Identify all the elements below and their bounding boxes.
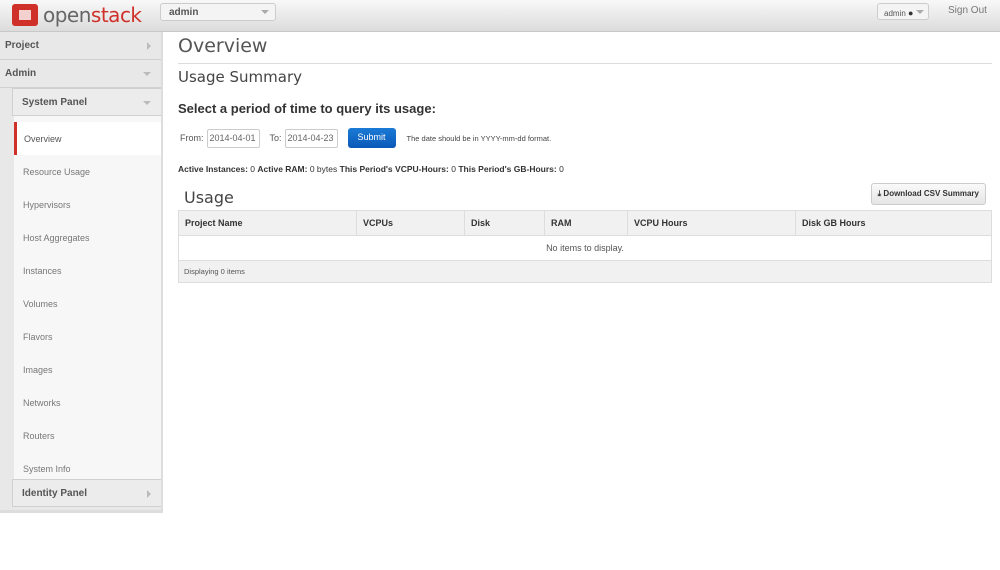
sign-out-link[interactable]: Sign Out [948, 5, 987, 16]
usage-table: Project Name VCPUs Disk RAM VCPU Hours D… [178, 210, 992, 283]
active-ram-value: 0 bytes [309, 164, 338, 174]
to-label: To: [269, 133, 282, 143]
empty-message: No items to display. [178, 235, 992, 261]
system-panel-nav: Overview Resource Usage Hypervisors Host… [14, 116, 161, 479]
sidebar-item-resource-usage[interactable]: Resource Usage [14, 155, 161, 188]
from-label: From: [180, 133, 204, 143]
gb-hours-value: 0 [559, 164, 564, 174]
section-label: Project [5, 40, 39, 51]
sidebar-item-host-aggregates[interactable]: Host Aggregates [14, 221, 161, 254]
stat-label: This Period's GB-Hours: [458, 164, 557, 174]
sidebar-item-volumes[interactable]: Volumes [14, 287, 161, 320]
sidebar-panel-system[interactable]: System Panel [12, 88, 161, 116]
logo-text: open [43, 3, 91, 27]
page-title: Overview [178, 32, 992, 64]
submit-button[interactable]: Submit [347, 128, 396, 148]
table-footer-row: Displaying 0 items [178, 260, 992, 283]
chevron-right-icon [147, 42, 151, 50]
sidebar-item-overview[interactable]: Overview [14, 122, 161, 155]
stat-label: Active Instances: [178, 164, 248, 174]
column-header[interactable]: Disk [464, 210, 545, 236]
sidebar-item-instances[interactable]: Instances [14, 254, 161, 287]
vcpu-hours-value: 0 [451, 164, 456, 174]
main-content: Overview Usage Summary Select a period o… [178, 32, 992, 283]
usage-stats: Active Instances: 0 Active RAM: 0 bytes … [178, 164, 992, 174]
section-label: Admin [5, 68, 37, 79]
column-header[interactable]: VCPUs [356, 210, 465, 236]
usage-header: Usage ⤓ Download CSV Summary [178, 183, 992, 214]
column-header[interactable]: Disk GB Hours [795, 210, 992, 236]
sidebar-item-networks[interactable]: Networks [14, 386, 161, 419]
chevron-down-icon [143, 101, 151, 105]
user-menu-label: admin [884, 9, 906, 18]
sidebar-item-routers[interactable]: Routers [14, 419, 161, 452]
sidebar-section-project[interactable]: Project [0, 32, 161, 60]
logo-text-accent: stack [90, 3, 142, 27]
usage-title: Usage [184, 188, 234, 207]
table-header-row: Project Name VCPUs Disk RAM VCPU Hours D… [178, 210, 992, 236]
table-row: No items to display. [178, 235, 992, 261]
date-format-hint: The date should be in YYYY-mm-dd format. [406, 133, 552, 143]
sidebar: Project Admin System Panel Overview Reso… [0, 32, 163, 513]
column-header[interactable]: Project Name [178, 210, 357, 236]
top-bar: openstack admin admin ● Sign Out [0, 0, 1000, 32]
usage-summary-heading: Usage Summary [178, 68, 302, 86]
from-date-input[interactable]: 2014-04-01 [206, 128, 260, 148]
stat-label: Active RAM: [257, 164, 308, 174]
panel-label: Identity Panel [22, 488, 88, 499]
sidebar-item-flavors[interactable]: Flavors [14, 320, 161, 353]
download-csv-button[interactable]: ⤓ Download CSV Summary [870, 183, 986, 205]
user-menu[interactable]: admin ● [877, 3, 929, 20]
table-footer: Displaying 0 items [178, 260, 992, 283]
chevron-down-icon [143, 72, 151, 76]
sidebar-item-images[interactable]: Images [14, 353, 161, 386]
download-csv-label: Download CSV Summary [883, 189, 979, 198]
panel-label: System Panel [22, 97, 88, 108]
openstack-logo[interactable]: openstack [12, 3, 142, 27]
project-selector[interactable]: admin [160, 3, 276, 21]
to-date-input[interactable]: 2014-04-23 [284, 128, 338, 148]
sidebar-section-admin[interactable]: Admin [0, 60, 161, 88]
active-instances-value: 0 [250, 164, 256, 174]
stat-label: This Period's VCPU-Hours: [339, 164, 449, 174]
openstack-logo-icon [12, 4, 38, 26]
chevron-right-icon [147, 490, 151, 498]
date-query-form: From: 2014-04-01 To: 2014-04-23 Submit T… [180, 128, 992, 148]
user-icon: ● [908, 8, 914, 18]
query-heading: Select a period of time to query its usa… [178, 101, 436, 116]
sidebar-item-hypervisors[interactable]: Hypervisors [14, 188, 161, 221]
column-header[interactable]: RAM [544, 210, 628, 236]
sidebar-panel-identity[interactable]: Identity Panel [12, 479, 161, 507]
project-selector-value: admin [169, 7, 199, 18]
chevron-down-icon [261, 10, 269, 14]
chevron-down-icon [916, 10, 924, 14]
column-header[interactable]: VCPU Hours [627, 210, 796, 236]
download-icon: ⤓ [877, 189, 882, 198]
